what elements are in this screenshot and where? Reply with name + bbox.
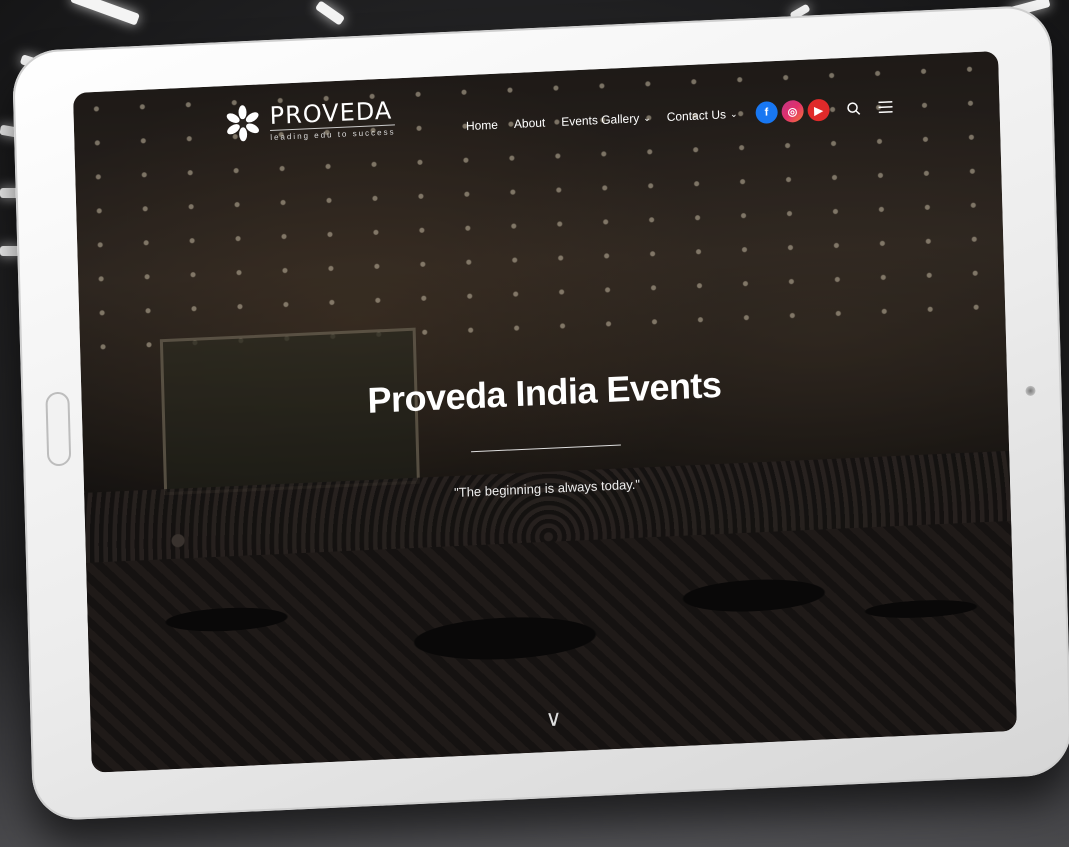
logo-mark-icon — [223, 103, 262, 143]
hero-divider — [471, 444, 621, 453]
ceiling-light — [314, 0, 346, 26]
nav-item-contact-us[interactable]: Contact Us ⌄ — [667, 107, 738, 124]
website-screen: PROVEDA leading edu to success Home Abou… — [72, 50, 1017, 773]
facebook-icon[interactable]: f — [755, 101, 778, 125]
tablet-camera — [1025, 385, 1036, 397]
nav-item-events-gallery[interactable]: Events Gallery ⌄ — [561, 111, 651, 129]
tablet-home-button[interactable] — [45, 391, 72, 467]
main-nav: Home About Events Gallery ⌄ Contact Us ⌄… — [466, 96, 894, 137]
nav-item-home[interactable]: Home — [466, 118, 498, 133]
nav-label: Contact Us — [666, 107, 727, 125]
ceiling-light — [70, 0, 140, 26]
social-links: f ◎ ▶ — [755, 98, 830, 125]
nav-item-about[interactable]: About — [514, 116, 546, 131]
chevron-down-icon: ⌄ — [729, 108, 738, 119]
nav-label: About — [513, 115, 546, 131]
instagram-icon[interactable]: ◎ — [781, 99, 804, 123]
logo-text: PROVEDA leading edu to success — [269, 96, 396, 143]
search-icon[interactable] — [845, 100, 861, 117]
nav-label: Events Gallery — [561, 111, 640, 129]
youtube-icon[interactable]: ▶ — [807, 98, 830, 122]
hamburger-menu-icon[interactable] — [877, 99, 893, 116]
tablet-device: PROVEDA leading edu to success Home Abou… — [11, 4, 1069, 822]
site-logo[interactable]: PROVEDA leading edu to success — [223, 96, 396, 144]
nav-label: Home — [465, 117, 499, 134]
scroll-down-icon[interactable]: ∨ — [545, 705, 562, 732]
chevron-down-icon: ⌄ — [643, 112, 651, 123]
